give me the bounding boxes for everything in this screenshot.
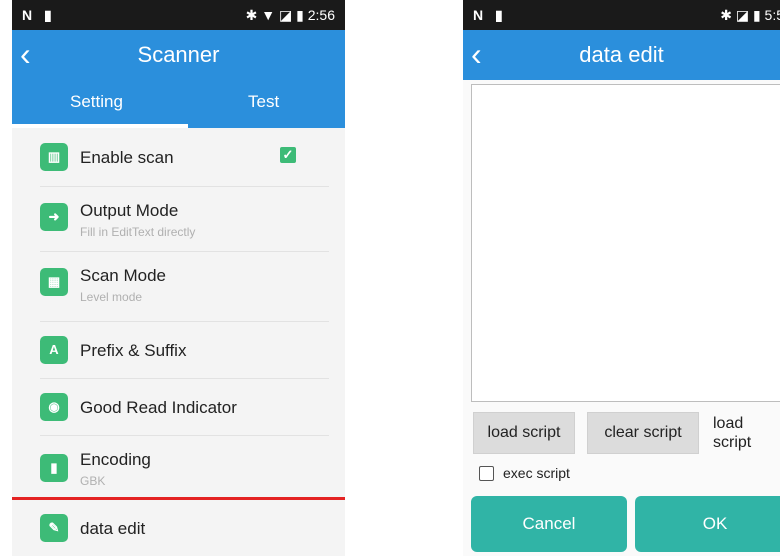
status-right-indicators: ✱ ▼ ◪ ▮ 2:56 [245,7,335,23]
highlight-box [12,497,345,556]
setting-label: Prefix & Suffix [80,341,187,360]
status-left-icons: N ▮ [473,7,507,23]
setting-label: Good Read Indicator [80,398,237,417]
status-right-indicators: ✱ ◪ ▮ 5:5 [720,7,780,23]
output-icon: ➜ [40,203,68,231]
setting-enable-scan[interactable]: ▥ Enable scan ✓ [12,128,345,186]
app-bar: ‹ Scanner [12,30,345,80]
ok-button[interactable]: OK [635,496,780,552]
setting-output-mode[interactable]: ➜ Output Mode Fill in EditText directly [12,187,345,251]
setting-label: Scan Mode [80,266,166,285]
setting-encoding[interactable]: ▮ Encoding GBK [12,436,345,500]
prefix-suffix-icon: A [40,336,68,364]
scanner-settings-screen: N ▮ ✱ ▼ ◪ ▮ 2:56 ‹ Scanner Setting Test … [12,0,345,556]
page-title: data edit [579,42,664,67]
tab-setting[interactable]: Setting [70,92,123,112]
load-script-status-line2: script [713,434,752,451]
setting-value: Fill in EditText directly [80,225,196,239]
setting-good-read-indicator[interactable]: ◉ Good Read Indicator [12,379,345,435]
enable-scan-checkbox[interactable]: ✓ [280,147,296,163]
status-bar: N ▮ ✱ ◪ ▮ 5:5 [463,0,780,30]
clear-script-button[interactable]: clear script [587,412,699,454]
barcode-check-icon: ▥ [40,143,68,171]
load-script-button[interactable]: load script [473,412,575,454]
exec-script-checkbox[interactable] [479,466,494,481]
setting-label: Output Mode [80,201,179,220]
setting-label: Enable scan [80,148,174,167]
exec-script-label: exec script [503,465,570,481]
setting-prefix-suffix[interactable]: A Prefix & Suffix [12,322,345,378]
load-script-status-line1: load [713,415,744,432]
load-script-status: load script [713,414,751,452]
good-read-icon: ◉ [40,393,68,421]
app-bar: ‹ data edit [463,30,780,80]
setting-value: GBK [80,474,106,488]
tab-test[interactable]: Test [248,92,279,112]
data-edit-screen: N ▮ ✱ ◪ ▮ 5:5 ‹ data edit load script cl… [463,0,780,556]
script-editor[interactable] [471,84,780,402]
page-title: Scanner [137,42,220,67]
setting-value: Level mode [80,290,143,304]
setting-label: Encoding [80,450,151,469]
status-left-icons: N ▮ [22,7,56,23]
cancel-button[interactable]: Cancel [471,496,627,552]
tab-bar: Setting Test [12,80,345,128]
encoding-icon: ▮ [40,454,68,482]
scan-mode-icon: ▦ [40,268,68,296]
setting-scan-mode[interactable]: ▦ Scan Mode Level mode [12,252,345,316]
status-bar: N ▮ ✱ ▼ ◪ ▮ 2:56 [12,0,345,30]
